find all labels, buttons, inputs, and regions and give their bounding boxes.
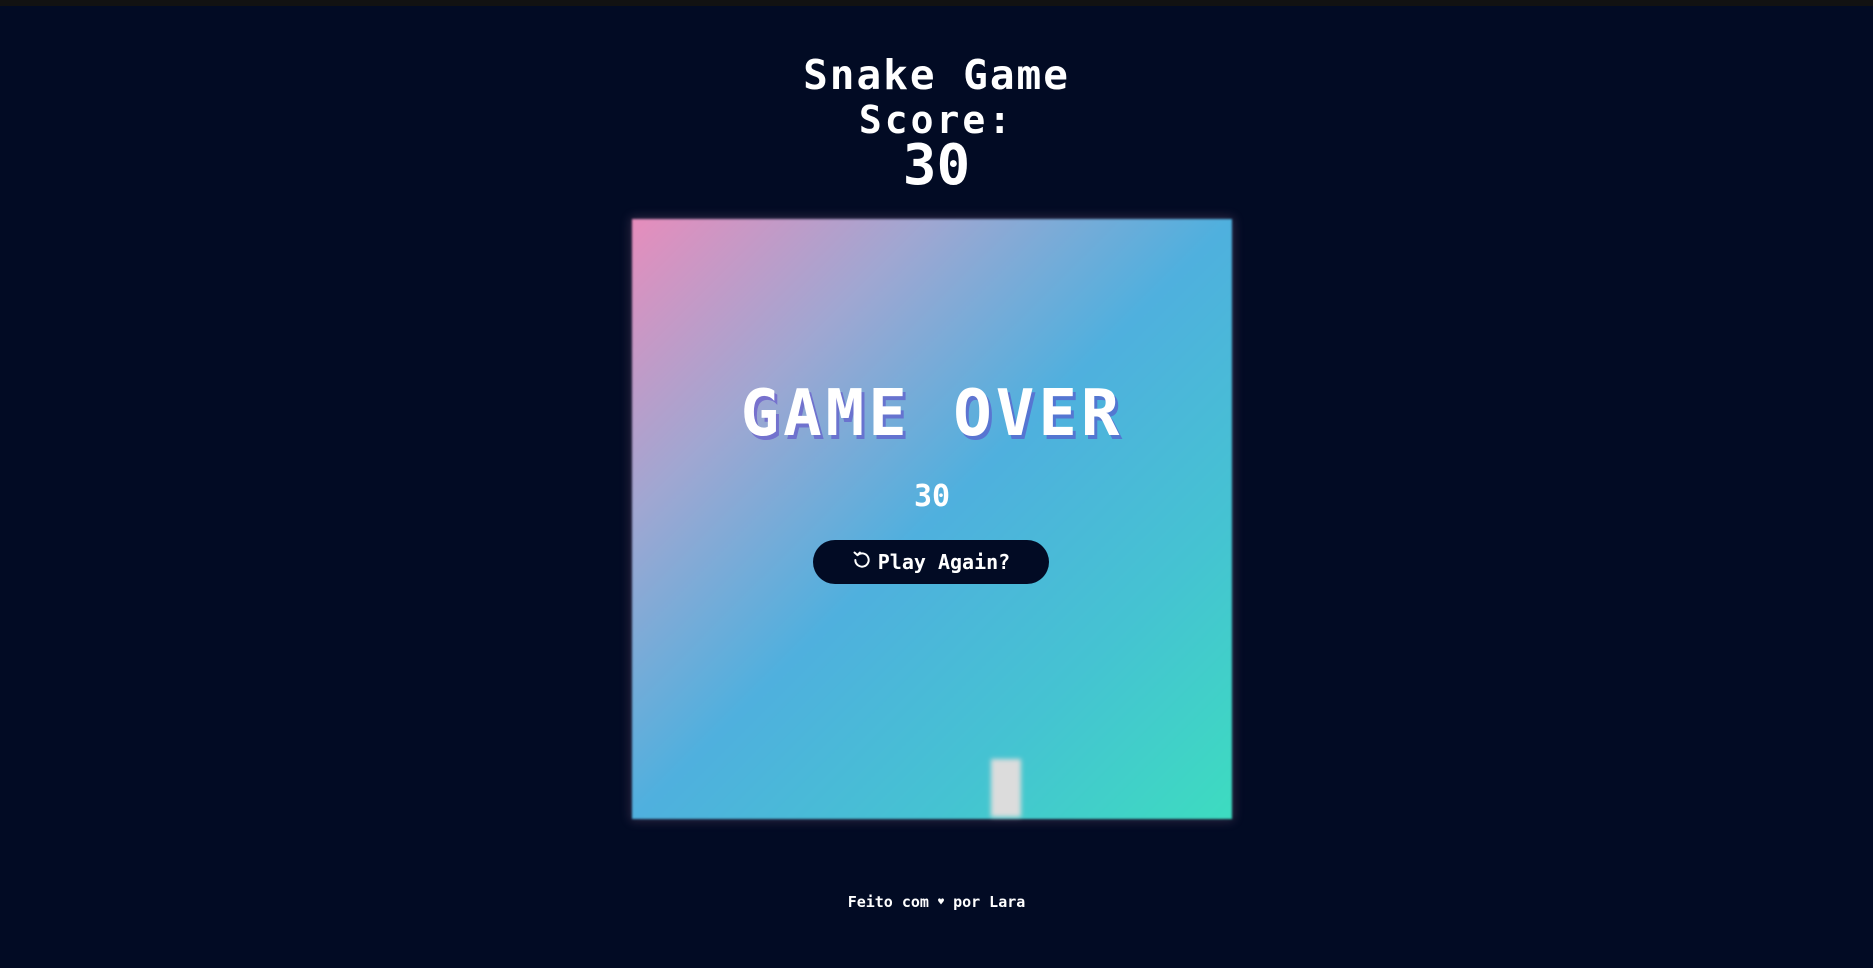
footer-text-before: Feito com [847,893,929,911]
game-over-overlay: GAME OVER 30 Play Again? [632,219,1232,819]
final-score: 30 [913,479,951,514]
score-value: 30 [902,133,971,198]
play-again-button[interactable]: Play Again? [813,540,1049,584]
heart-icon: ♥ [938,897,945,908]
header: Snake Game Score: 30 [0,50,1873,194]
play-again-label: Play Again? [877,550,1011,574]
footer-text-after: por Lara [953,893,1026,911]
restart-icon [852,550,872,575]
game-over-heading: GAME OVER [740,377,1124,451]
top-strip [0,0,1873,6]
footer-credit: Feito com ♥ por Lara [0,893,1873,911]
page-title: Snake Game [803,51,1070,99]
